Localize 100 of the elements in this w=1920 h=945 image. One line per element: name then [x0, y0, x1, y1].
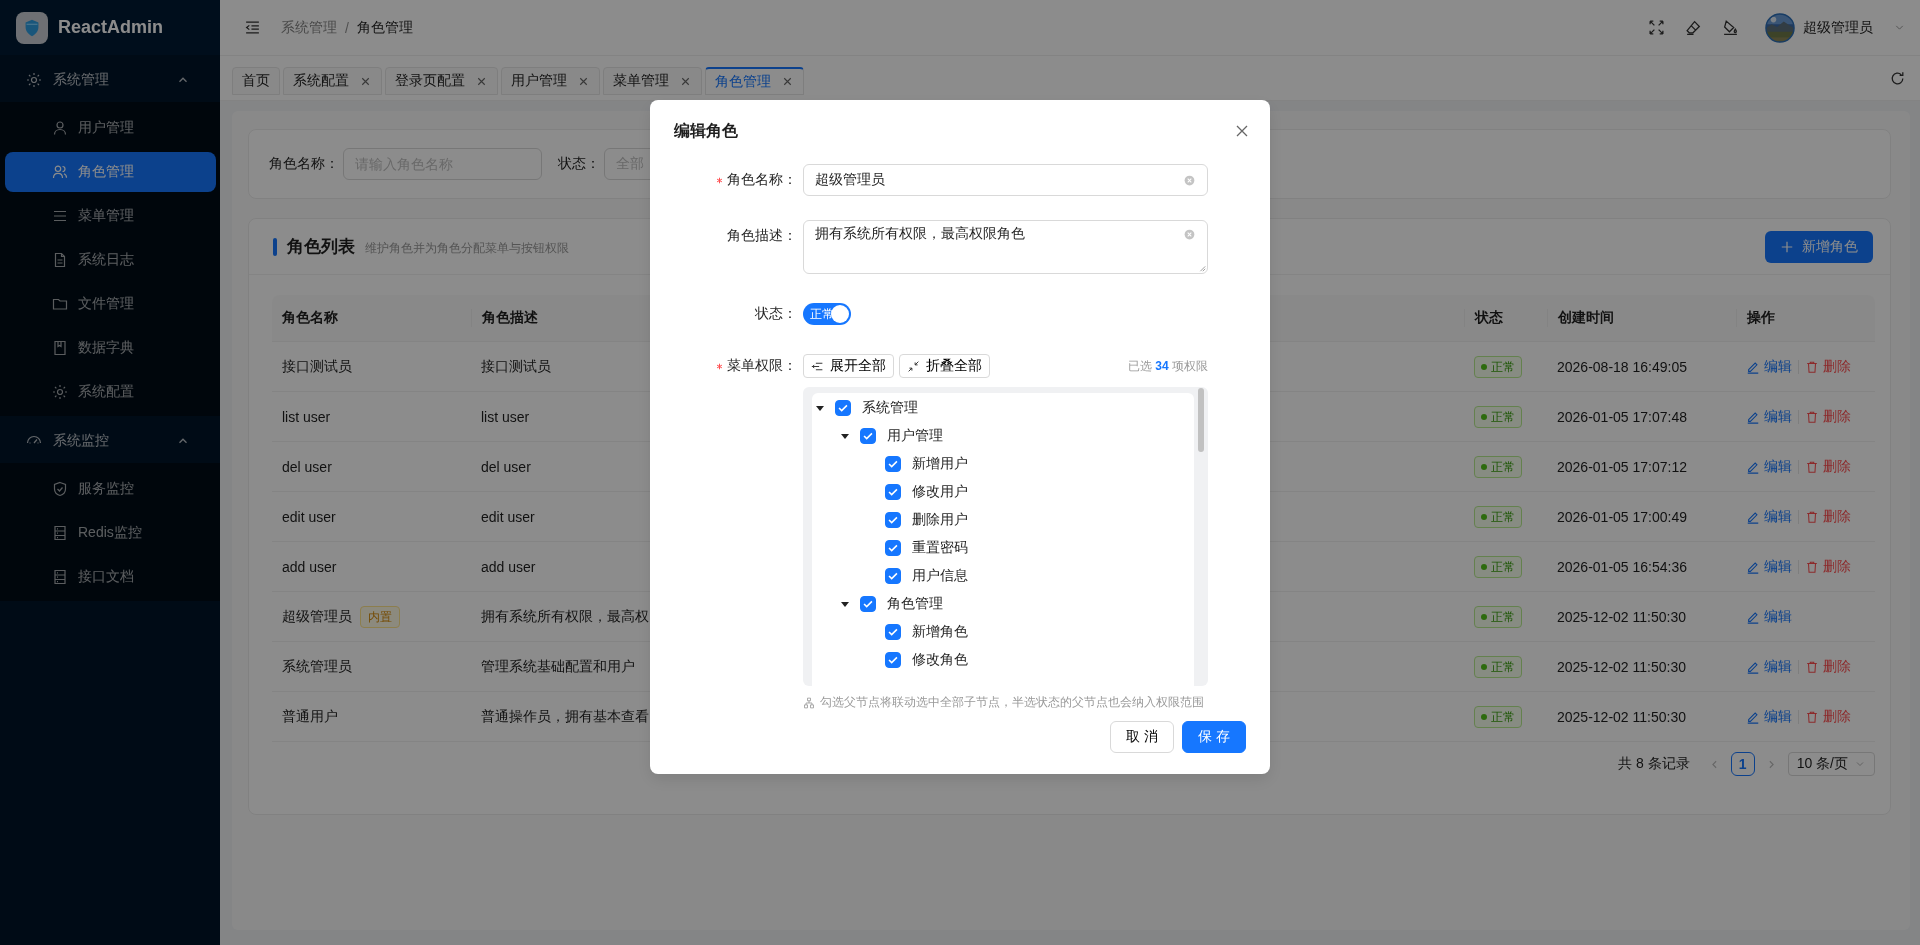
close-icon[interactable]: [1234, 123, 1250, 139]
role-description: 接口测试员: [481, 357, 551, 376]
tree-node-label[interactable]: 修改角色: [912, 651, 968, 669]
tree-node-label[interactable]: 系统管理: [862, 399, 918, 417]
delete-link[interactable]: 删除: [1805, 407, 1851, 426]
fullscreen-icon[interactable]: [1648, 19, 1665, 36]
menu-item[interactable]: Redis监控: [5, 513, 216, 553]
status-switch[interactable]: 正常: [803, 303, 851, 325]
trash-icon: [1805, 559, 1819, 574]
menu-item[interactable]: 系统配置: [5, 372, 216, 412]
delete-link[interactable]: 删除: [1805, 457, 1851, 476]
created-time: 2026-01-05 17:00:49: [1557, 508, 1687, 525]
edit-link[interactable]: 编辑: [1746, 557, 1792, 576]
checkbox[interactable]: [885, 484, 901, 500]
caret-icon[interactable]: [815, 403, 825, 413]
page-tab[interactable]: 首页: [232, 67, 280, 95]
tree-node-label[interactable]: 用户信息: [912, 567, 968, 585]
role-name: 普通用户: [282, 707, 338, 726]
paint-bucket-icon[interactable]: [1722, 19, 1739, 36]
edit-link[interactable]: 编辑: [1746, 457, 1792, 476]
edit-link[interactable]: 编辑: [1746, 507, 1792, 526]
role-name: add user: [282, 558, 337, 575]
page-number[interactable]: 1: [1730, 752, 1755, 776]
pencil-icon: [1746, 459, 1760, 474]
card-title: 角色列表: [287, 236, 355, 258]
tree-node-label[interactable]: 新增角色: [912, 623, 968, 641]
menu-item[interactable]: 菜单管理: [5, 196, 216, 236]
trash-icon: [1805, 659, 1819, 674]
menu-item[interactable]: 数据字典: [5, 328, 216, 368]
page-tab[interactable]: 系统配置: [283, 67, 382, 95]
tree-node-label[interactable]: 新增用户: [912, 455, 968, 473]
checkbox[interactable]: [885, 624, 901, 640]
checkbox[interactable]: [860, 596, 876, 612]
page-size-select[interactable]: 10 条/页: [1787, 752, 1875, 776]
checkbox[interactable]: [885, 568, 901, 584]
plus-icon: [1780, 239, 1794, 254]
role-name: 系统管理员: [282, 657, 352, 676]
menu-item[interactable]: 角色管理: [5, 152, 216, 192]
menu-item[interactable]: 用户管理: [5, 108, 216, 148]
filter-label: 角色名称：: [269, 155, 339, 173]
add-role-button[interactable]: 新增角色: [1765, 230, 1873, 263]
caret-icon[interactable]: [840, 431, 850, 441]
collapse-all-button[interactable]: 折叠全部: [899, 354, 990, 378]
status-tag: 正常: [1474, 455, 1522, 478]
checkbox[interactable]: [885, 540, 901, 556]
role-name-field[interactable]: 超级管理员: [803, 164, 1208, 196]
role-description: 普通操作员，拥有基本查看: [481, 707, 649, 726]
menu-item[interactable]: 文件管理: [5, 284, 216, 324]
role-description: edit user: [481, 508, 535, 525]
checkbox[interactable]: [860, 428, 876, 444]
caret-icon[interactable]: [840, 599, 850, 609]
page-tab[interactable]: 角色管理: [705, 67, 804, 95]
tree-node-label[interactable]: 重置密码: [912, 539, 968, 557]
column-header: 操作: [1736, 309, 1875, 327]
page-tab[interactable]: 菜单管理: [603, 67, 702, 95]
delete-link[interactable]: 删除: [1805, 507, 1851, 526]
status-tag: 正常: [1474, 355, 1522, 378]
pencil-icon: [1746, 659, 1760, 674]
checkbox[interactable]: [885, 652, 901, 668]
description-field[interactable]: 拥有系统所有权限，最高权限角色: [803, 220, 1208, 274]
menu-item[interactable]: 服务监控: [5, 469, 216, 509]
sitemap-icon: [803, 696, 815, 709]
menu-item[interactable]: 系统日志: [5, 240, 216, 280]
menu-fold-icon[interactable]: [244, 19, 261, 36]
checkbox[interactable]: [835, 400, 851, 416]
pencil-icon: [1746, 359, 1760, 374]
breadcrumb-separator: /: [345, 19, 349, 36]
cancel-button[interactable]: 取 消: [1110, 721, 1175, 753]
tree-node-label[interactable]: 删除用户: [912, 511, 968, 529]
delete-link[interactable]: 删除: [1805, 657, 1851, 676]
pencil-icon: [1746, 709, 1760, 724]
resize-grip-icon[interactable]: [1198, 264, 1206, 272]
breadcrumb-item[interactable]: 系统管理: [281, 18, 337, 37]
menu-group[interactable]: 系统监控: [0, 419, 220, 463]
close-icon[interactable]: [781, 75, 794, 88]
delete-link[interactable]: 删除: [1805, 357, 1851, 376]
save-button[interactable]: 保 存: [1182, 721, 1246, 753]
page-tab[interactable]: 用户管理: [501, 67, 600, 95]
user-name[interactable]: 超级管理员: [1803, 18, 1873, 37]
eraser-icon[interactable]: [1685, 19, 1702, 36]
tree-node-label[interactable]: 修改用户: [912, 483, 968, 501]
edit-link[interactable]: 编辑: [1746, 407, 1792, 426]
delete-link[interactable]: 删除: [1805, 557, 1851, 576]
edit-link[interactable]: 编辑: [1746, 607, 1792, 626]
delete-link[interactable]: 删除: [1805, 707, 1851, 726]
edit-link[interactable]: 编辑: [1746, 707, 1792, 726]
menu-item[interactable]: 接口文档: [5, 557, 216, 597]
menu-group[interactable]: 系统管理: [0, 58, 220, 102]
checkbox[interactable]: [885, 456, 901, 472]
edit-link[interactable]: 编辑: [1746, 357, 1792, 376]
scrollbar-thumb[interactable]: [1198, 388, 1204, 452]
column-header: 创建时间: [1547, 309, 1736, 327]
expand-all-button[interactable]: 展开全部: [803, 354, 894, 378]
tree-node-label[interactable]: 角色管理: [887, 595, 943, 613]
checkbox[interactable]: [885, 512, 901, 528]
created-time: 2025-12-02 11:50:30: [1557, 708, 1686, 725]
refresh-icon[interactable]: [1889, 70, 1906, 87]
edit-link[interactable]: 编辑: [1746, 657, 1792, 676]
tree-node-label[interactable]: 用户管理: [887, 427, 943, 445]
page-tab[interactable]: 登录页配置: [385, 67, 498, 95]
